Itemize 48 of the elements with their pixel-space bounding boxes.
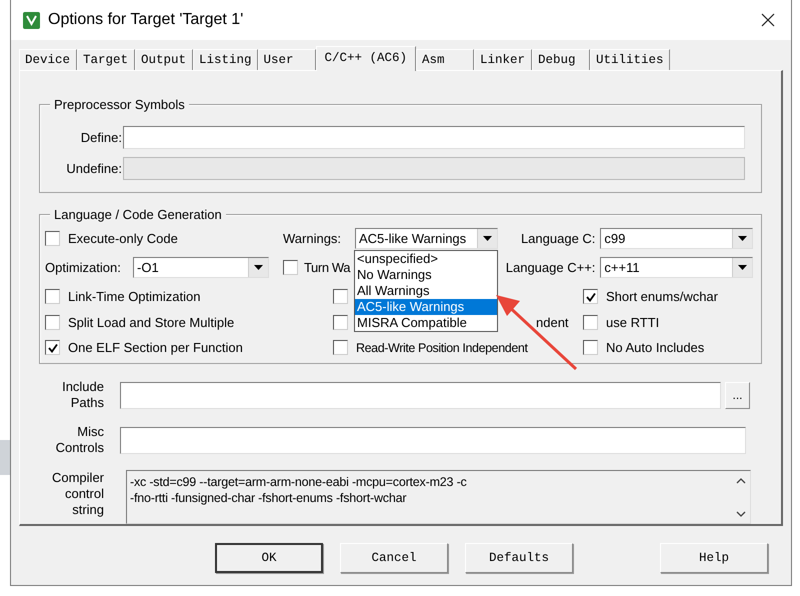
- field-label: Define:: [80, 130, 122, 145]
- field-label: Compiler control string: [50, 470, 104, 518]
- group-title: Preprocessor Symbols: [50, 97, 189, 112]
- dropdown-option[interactable]: All Warnings: [355, 283, 497, 299]
- dialog-button[interactable]: Help: [660, 543, 768, 573]
- checkbox-label: Execute-only Code: [68, 230, 178, 246]
- checkbox-label: use RTTI: [606, 315, 660, 330]
- dropdown-option[interactable]: <unspecified>: [355, 251, 497, 267]
- checkbox-label: Short enums/wchar: [606, 289, 718, 304]
- dropdown-option[interactable]: No Warnings: [355, 267, 497, 283]
- field-label: Undefine:: [65, 161, 122, 176]
- checkbox-label: No Auto Includes: [606, 340, 704, 355]
- tab[interactable]: Output: [135, 49, 193, 70]
- tab[interactable]: C/C++ (AC6): [316, 46, 416, 71]
- tab[interactable]: Listing: [193, 49, 258, 70]
- field-label: Warnings:: [283, 230, 342, 246]
- tab[interactable]: Device: [19, 49, 77, 70]
- tab[interactable]: Target: [77, 49, 135, 70]
- window-title: Options for Target 'Target 1': [48, 11, 244, 29]
- dropdown-option[interactable]: MISRA Compatible: [355, 315, 497, 331]
- checkbox-label: Read-Write Position Independent: [356, 340, 528, 354]
- dialog-button[interactable]: Cancel: [340, 543, 448, 573]
- text-line: -xc -std=c99 --target=arm-arm-none-eabi -mcpu=cortex-m23 -c: [130, 474, 468, 490]
- checkbox-label: ndent: [536, 315, 569, 330]
- dropdown[interactable]: c++11: [600, 257, 753, 278]
- text-line: -fno-rtti -funsigned-char -fshort-enums -fshort-wchar: [130, 490, 408, 506]
- dialog-button[interactable]: OK: [215, 543, 323, 573]
- field-label: Language C++:: [504, 260, 596, 275]
- tab[interactable]: User: [258, 49, 316, 70]
- tab[interactable]: Asm: [416, 49, 474, 70]
- dropdown[interactable]: c99: [600, 228, 753, 248]
- field-label: Language C:: [520, 230, 596, 246]
- checkbox-label: Link-Time Optimization: [68, 289, 200, 304]
- dropdown[interactable]: -O1: [133, 257, 269, 278]
- dropdown-option[interactable]: AC5-like Warnings: [355, 299, 497, 315]
- tab[interactable]: Debug: [532, 49, 590, 70]
- dialog-button[interactable]: Defaults: [465, 543, 573, 573]
- tab[interactable]: Linker: [474, 49, 532, 70]
- field-label: Misc Controls: [54, 424, 104, 456]
- field-label: Include Paths: [61, 379, 104, 411]
- dropdown[interactable]: AC5-like Warnings: [355, 228, 498, 248]
- browse-button[interactable]: ...: [725, 382, 750, 408]
- field-label: Optimization:: [45, 260, 122, 275]
- tab[interactable]: Utilities: [590, 49, 670, 70]
- checkbox-label: Split Load and Store Multiple: [68, 315, 234, 330]
- checkbox-label: Turn Wa: [304, 260, 350, 275]
- group-title: Language / Code Generation: [50, 207, 226, 222]
- checkbox-label: One ELF Section per Function: [68, 340, 243, 355]
